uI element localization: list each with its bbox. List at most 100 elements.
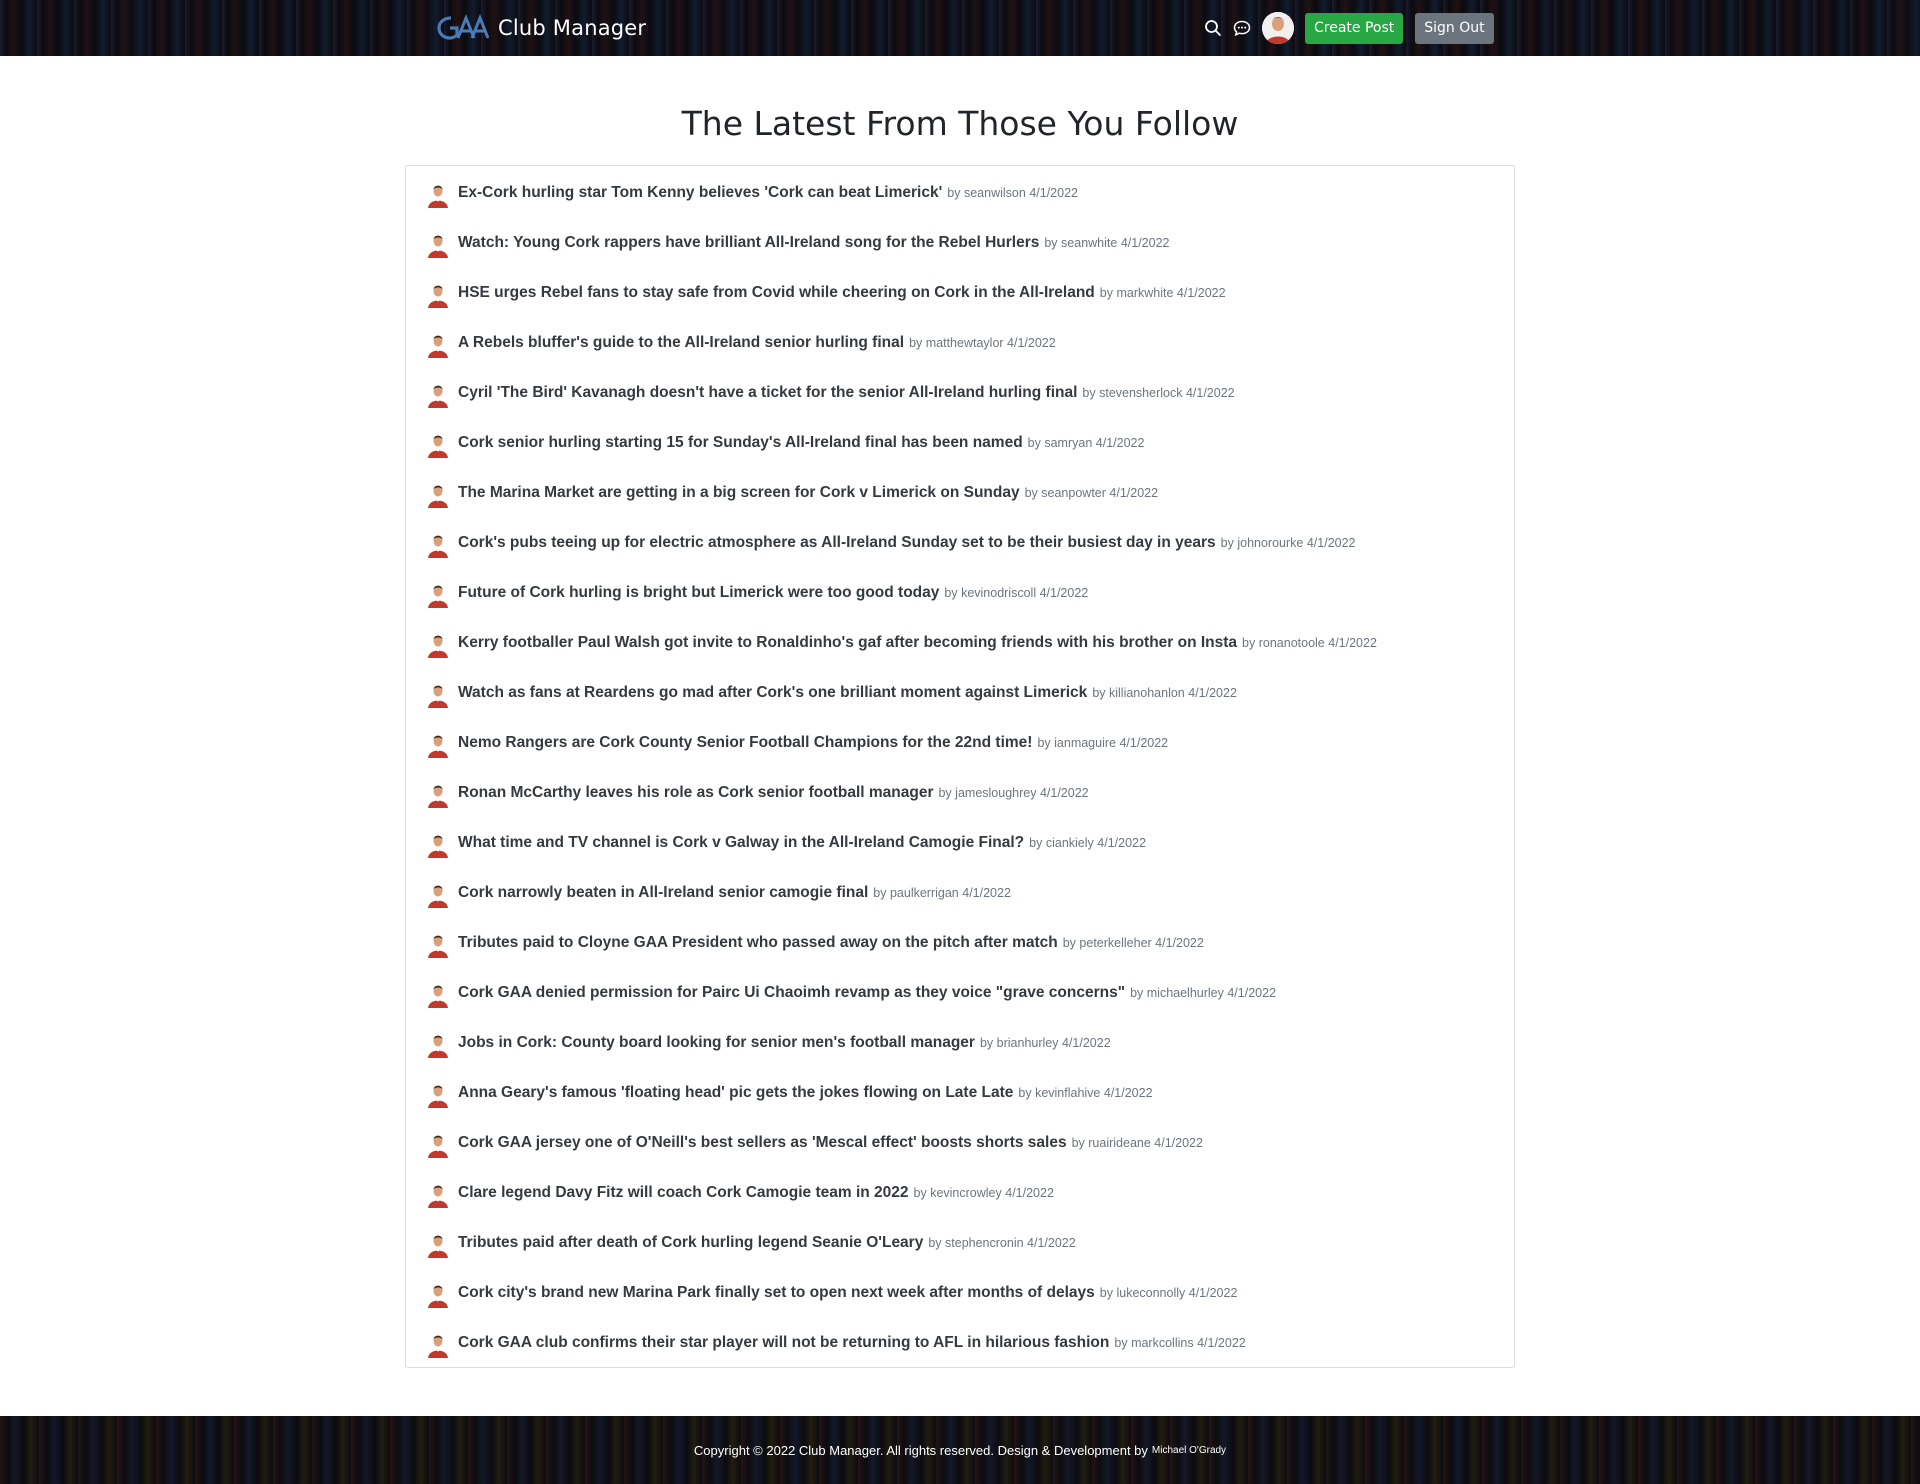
feed-item: Ex-Cork hurling star Tom Kenny believes … [406,181,1514,231]
post-author[interactable]: stevensherlock [1099,386,1182,400]
by-label: by [1092,686,1109,700]
post-title-link[interactable]: Kerry footballer Paul Walsh got invite t… [458,631,1237,655]
post-title-link[interactable]: Ronan McCarthy leaves his role as Cork s… [458,781,933,805]
post-meta: by stephencronin 4/1/2022 [928,1231,1075,1255]
post-title-link[interactable]: Anna Geary's famous 'floating head' pic … [458,1081,1013,1105]
feed-list: Ex-Cork hurling star Tom Kenny believes … [406,181,1514,1381]
author-avatar-icon [428,535,448,558]
by-label: by [947,186,964,200]
post-title-link[interactable]: Cork GAA denied permission for Pairc Ui … [458,981,1125,1005]
sign-out-button[interactable]: Sign Out [1415,12,1494,44]
post-author[interactable]: peterkelleher [1079,936,1151,950]
post-title-link[interactable]: Watch: Young Cork rappers have brilliant… [458,231,1039,255]
post-date: 4/1/2022 [1188,1286,1238,1300]
post-meta: by ianmaguire 4/1/2022 [1037,731,1168,755]
post-date: 4/1/2022 [1109,486,1159,500]
post-date: 4/1/2022 [962,886,1011,900]
post-author[interactable]: markwhite [1116,286,1173,300]
post-meta: by ruairideane 4/1/2022 [1072,1131,1203,1155]
post-title-link[interactable]: Cork narrowly beaten in All-Ireland seni… [458,881,868,905]
post-meta: by paulkerrigan 4/1/2022 [873,881,1011,905]
post-title-link[interactable]: Tributes paid to Cloyne GAA President wh… [458,931,1058,955]
by-label: by [928,1236,946,1250]
post-author[interactable]: seanwilson [964,186,1026,200]
post-author[interactable]: seanpowter [1041,486,1106,500]
by-label: by [873,886,890,900]
post-author[interactable]: lukeconnolly [1116,1286,1185,1300]
feed-item: Ronan McCarthy leaves his role as Cork s… [406,781,1514,831]
post-author[interactable]: kevinodriscoll [961,586,1036,600]
feed-item: Future of Cork hurling is bright but Lim… [406,581,1514,631]
post-meta: by ronanotoole 4/1/2022 [1242,631,1377,655]
nav-actions: Create Post Sign Out [1200,11,1494,45]
feed-item: Cork GAA jersey one of O'Neill's best se… [406,1131,1514,1181]
post-author[interactable]: ronanotoole [1259,636,1325,650]
post-author[interactable]: kevinflahive [1035,1086,1100,1100]
post-author[interactable]: ciankiely [1046,836,1094,850]
post-author[interactable]: jamesloughrey [955,786,1036,800]
author-avatar-icon [428,685,448,708]
post-title-link[interactable]: HSE urges Rebel fans to stay safe from C… [458,281,1095,305]
search-icon[interactable] [1200,15,1226,41]
post-date: 4/1/2022 [1027,1236,1076,1250]
post-author[interactable]: kevincrowley [930,1186,1002,1200]
post-author[interactable]: brianhurley [997,1036,1059,1050]
post-title-link[interactable]: Cork senior hurling starting 15 for Sund… [458,431,1023,455]
author-avatar-icon [428,435,448,458]
post-title-link[interactable]: What time and TV channel is Cork v Galwa… [458,831,1024,855]
post-author[interactable]: samryan [1044,436,1092,450]
post-title-link[interactable]: Cyril 'The Bird' Kavanagh doesn't have a… [458,381,1077,405]
post-title-link[interactable]: Cork GAA club confirms their star player… [458,1331,1109,1355]
post-date: 4/1/2022 [1197,1336,1246,1350]
feed-item: Tributes paid to Cloyne GAA President wh… [406,931,1514,981]
footer-credit-link[interactable]: Michael O'Grady [1152,1445,1226,1456]
by-label: by [1099,1286,1117,1300]
post-title-link[interactable]: Cork city's brand new Marina Park finall… [458,1281,1095,1305]
brand-name: Club Manager [498,16,647,40]
post-title-link[interactable]: Cork's pubs teeing up for electric atmos… [458,531,1216,555]
post-meta: by brianhurley 4/1/2022 [980,1031,1111,1055]
post-title-link[interactable]: Nemo Rangers are Cork County Senior Foot… [458,731,1032,755]
post-meta: by samryan 4/1/2022 [1028,431,1145,455]
post-meta: by ciankiely 4/1/2022 [1029,831,1146,855]
post-author[interactable]: michaelhurley [1147,986,1224,1000]
post-title-link[interactable]: The Marina Market are getting in a big s… [458,481,1020,505]
create-post-button[interactable]: Create Post [1305,12,1404,44]
feed-item: Cork GAA club confirms their star player… [406,1331,1514,1381]
feed-item: Watch as fans at Reardens go mad after C… [406,681,1514,731]
post-author[interactable]: stephencronin [945,1236,1024,1250]
post-date: 4/1/2022 [1306,536,1356,550]
post-date: 4/1/2022 [1097,836,1146,850]
post-author[interactable]: johnorourke [1237,536,1303,550]
feed-item: Cork city's brand new Marina Park finall… [406,1281,1514,1331]
chat-icon[interactable] [1229,15,1255,41]
post-title-link[interactable]: Future of Cork hurling is bright but Lim… [458,581,939,605]
top-navbar: Club Manager Create Post Sign Out [0,0,1920,56]
post-date: 4/1/2022 [1061,1036,1111,1050]
post-title-link[interactable]: Ex-Cork hurling star Tom Kenny believes … [458,181,942,205]
post-author[interactable]: matthewtaylor [926,336,1004,350]
post-author[interactable]: ianmaguire [1054,736,1116,750]
post-meta: by jamesloughrey 4/1/2022 [938,781,1088,805]
feed-item: Watch: Young Cork rappers have brilliant… [406,231,1514,281]
feed-item: A Rebels bluffer's guide to the All-Irel… [406,331,1514,381]
post-author[interactable]: paulkerrigan [890,886,959,900]
post-meta: by seanpowter 4/1/2022 [1025,481,1158,505]
post-author[interactable]: markcollins [1131,1336,1194,1350]
post-author[interactable]: ruairideane [1088,1136,1151,1150]
author-avatar-icon [428,735,448,758]
post-title-link[interactable]: Watch as fans at Reardens go mad after C… [458,681,1087,705]
post-title-link[interactable]: A Rebels bluffer's guide to the All-Irel… [458,331,904,355]
user-avatar[interactable] [1262,12,1294,44]
post-date: 4/1/2022 [1185,386,1235,400]
author-avatar-icon [428,885,448,908]
post-author[interactable]: killianohanlon [1109,686,1185,700]
post-title-link[interactable]: Cork GAA jersey one of O'Neill's best se… [458,1131,1067,1155]
post-title-link[interactable]: Tributes paid after death of Cork hurlin… [458,1231,923,1255]
post-author[interactable]: seanwhite [1061,236,1117,250]
feed-item: Anna Geary's famous 'floating head' pic … [406,1081,1514,1131]
post-title-link[interactable]: Clare legend Davy Fitz will coach Cork C… [458,1181,909,1205]
post-title-link[interactable]: Jobs in Cork: County board looking for s… [458,1031,975,1055]
brand-link[interactable]: Club Manager [437,12,646,44]
author-avatar-icon [428,1135,448,1158]
